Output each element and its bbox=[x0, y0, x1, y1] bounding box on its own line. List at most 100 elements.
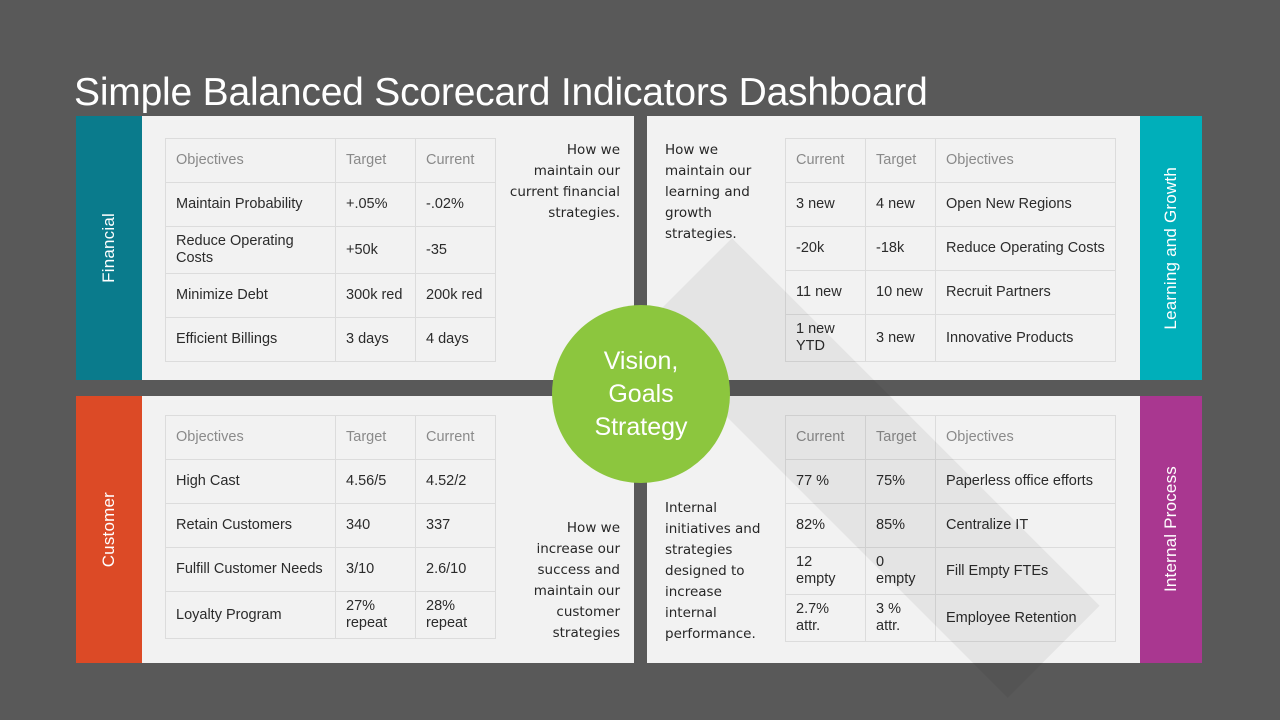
cell-objective: Innovative Products bbox=[935, 314, 1116, 362]
cell-objective: Maintain Probability bbox=[165, 182, 336, 227]
table-row: 82% 85% Centralize IT bbox=[785, 503, 1116, 548]
center-circle-vision-goals-strategy[interactable]: Vision, Goals Strategy bbox=[552, 305, 730, 483]
column-header-objectives: Objectives bbox=[165, 415, 336, 460]
cell-target: 3 days bbox=[335, 317, 416, 362]
table-row: High Cast 4.56/5 4.52/2 bbox=[165, 459, 496, 504]
column-header-objectives: Objectives bbox=[165, 138, 336, 183]
table-row: 11 new 10 new Recruit Partners bbox=[785, 270, 1116, 315]
cell-objective: Fulfill Customer Needs bbox=[165, 547, 336, 592]
cell-current: -35 bbox=[415, 226, 496, 274]
quadrant-band-customer[interactable]: Customer bbox=[76, 396, 142, 663]
cell-objective: Minimize Debt bbox=[165, 273, 336, 318]
center-circle-line-1: Vision, bbox=[603, 346, 679, 375]
quadrant-band-label-learning: Learning and Growth bbox=[1161, 166, 1180, 330]
cell-current: -20k bbox=[785, 226, 866, 271]
cell-current: 82% bbox=[785, 503, 866, 548]
quadrant-band-internal[interactable]: Internal Process bbox=[1140, 396, 1202, 663]
table-row: Maintain Probability +.05% -.02% bbox=[165, 182, 496, 227]
table-row: 77 % 75% Paperless office efforts bbox=[785, 459, 1116, 504]
scorecard-table-customer: Objectives Target Current High Cast 4.56… bbox=[165, 415, 496, 639]
slide-canvas: Simple Balanced Scorecard Indicators Das… bbox=[0, 0, 1280, 720]
column-header-target: Target bbox=[335, 415, 416, 460]
center-circle-line-2: Goals bbox=[608, 379, 674, 408]
quadrant-band-label-financial: Financial bbox=[99, 213, 118, 283]
quadrant-band-learning[interactable]: Learning and Growth bbox=[1140, 116, 1202, 380]
cell-current: 11 new bbox=[785, 270, 866, 315]
table-header-row: Objectives Target Current bbox=[165, 138, 496, 183]
cell-target: 3/10 bbox=[335, 547, 416, 592]
column-header-target: Target bbox=[335, 138, 416, 183]
quadrant-band-label-customer: Customer bbox=[99, 491, 118, 568]
cell-objective: Fill Empty FTEs bbox=[935, 547, 1116, 595]
cell-target: 85% bbox=[865, 503, 936, 548]
quadrant-band-financial[interactable]: Financial bbox=[76, 116, 142, 380]
cell-objective: Efficient Billings bbox=[165, 317, 336, 362]
cell-target: 3 % attr. bbox=[865, 594, 936, 642]
cell-current: 4.52/2 bbox=[415, 459, 496, 504]
cell-objective: Loyalty Program bbox=[165, 591, 336, 639]
cell-target: 75% bbox=[865, 459, 936, 504]
table-header-row: Objectives Target Current bbox=[165, 415, 496, 460]
cell-objective: Reduce Operating Costs bbox=[165, 226, 336, 274]
cell-target: +50k bbox=[335, 226, 416, 274]
quadrant-description-customer: How we increase our success and maintain… bbox=[533, 520, 620, 641]
table-row: Retain Customers 340 337 bbox=[165, 503, 496, 548]
table-row: Efficient Billings 3 days 4 days bbox=[165, 317, 496, 362]
scorecard-table-learning: Current Target Objectives 3 new 4 new Op… bbox=[785, 138, 1116, 362]
column-header-current: Current bbox=[785, 138, 866, 183]
column-header-target: Target bbox=[865, 415, 936, 460]
quadrant-description-financial: How we maintain our current financial st… bbox=[509, 142, 620, 221]
column-header-current: Current bbox=[415, 138, 496, 183]
table-row: Minimize Debt 300k red 200k red bbox=[165, 273, 496, 318]
cell-current: -.02% bbox=[415, 182, 496, 227]
table-row: 2.7% attr. 3 % attr. Employee Retention bbox=[785, 594, 1116, 642]
cell-objective: High Cast bbox=[165, 459, 336, 504]
column-header-objectives: Objectives bbox=[935, 415, 1116, 460]
table-row: 1 new YTD 3 new Innovative Products bbox=[785, 314, 1116, 362]
cell-current: 2.6/10 bbox=[415, 547, 496, 592]
cell-objective: Recruit Partners bbox=[935, 270, 1116, 315]
table-row: Reduce Operating Costs +50k -35 bbox=[165, 226, 496, 274]
table-row: -20k -18k Reduce Operating Costs bbox=[785, 226, 1116, 271]
column-header-objectives: Objectives bbox=[935, 138, 1116, 183]
scorecard-table-financial: Objectives Target Current Maintain Proba… bbox=[165, 138, 496, 362]
cell-target: 300k red bbox=[335, 273, 416, 318]
cell-current: 200k red bbox=[415, 273, 496, 318]
scorecard-table-internal: Current Target Objectives 77 % 75% Paper… bbox=[785, 415, 1116, 642]
quadrant-band-label-internal: Internal Process bbox=[1161, 466, 1180, 593]
cell-objective: Reduce Operating Costs bbox=[935, 226, 1116, 271]
center-circle-line-3: Strategy bbox=[594, 412, 688, 441]
cell-target: 4.56/5 bbox=[335, 459, 416, 504]
cell-target: 10 new bbox=[865, 270, 936, 315]
column-header-current: Current bbox=[415, 415, 496, 460]
cell-target: +.05% bbox=[335, 182, 416, 227]
cell-current: 4 days bbox=[415, 317, 496, 362]
quadrant-description-internal: Internal initiatives and strategies desi… bbox=[665, 500, 761, 642]
cell-current: 337 bbox=[415, 503, 496, 548]
cell-target: 340 bbox=[335, 503, 416, 548]
cell-target: 4 new bbox=[865, 182, 936, 227]
cell-current: 28% repeat bbox=[415, 591, 496, 639]
cell-target: -18k bbox=[865, 226, 936, 271]
table-row: 12 empty 0 empty Fill Empty FTEs bbox=[785, 547, 1116, 595]
cell-target: 27% repeat bbox=[335, 591, 416, 639]
cell-objective: Employee Retention bbox=[935, 594, 1116, 642]
cell-target: 3 new bbox=[865, 314, 936, 362]
cell-objective: Retain Customers bbox=[165, 503, 336, 548]
table-header-row: Current Target Objectives bbox=[785, 415, 1116, 460]
cell-current: 2.7% attr. bbox=[785, 594, 866, 642]
cell-current: 77 % bbox=[785, 459, 866, 504]
cell-objective: Paperless office efforts bbox=[935, 459, 1116, 504]
column-header-target: Target bbox=[865, 138, 936, 183]
cell-objective: Centralize IT bbox=[935, 503, 1116, 548]
table-row: Loyalty Program 27% repeat 28% repeat bbox=[165, 591, 496, 639]
table-row: 3 new 4 new Open New Regions bbox=[785, 182, 1116, 227]
quadrant-description-learning: How we maintain our learning and growth … bbox=[665, 142, 752, 242]
cell-current: 1 new YTD bbox=[785, 314, 866, 362]
table-header-row: Current Target Objectives bbox=[785, 138, 1116, 183]
cell-current: 12 empty bbox=[785, 547, 866, 595]
column-header-current: Current bbox=[785, 415, 866, 460]
cell-objective: Open New Regions bbox=[935, 182, 1116, 227]
cell-current: 3 new bbox=[785, 182, 866, 227]
page-title: Simple Balanced Scorecard Indicators Das… bbox=[74, 71, 928, 115]
